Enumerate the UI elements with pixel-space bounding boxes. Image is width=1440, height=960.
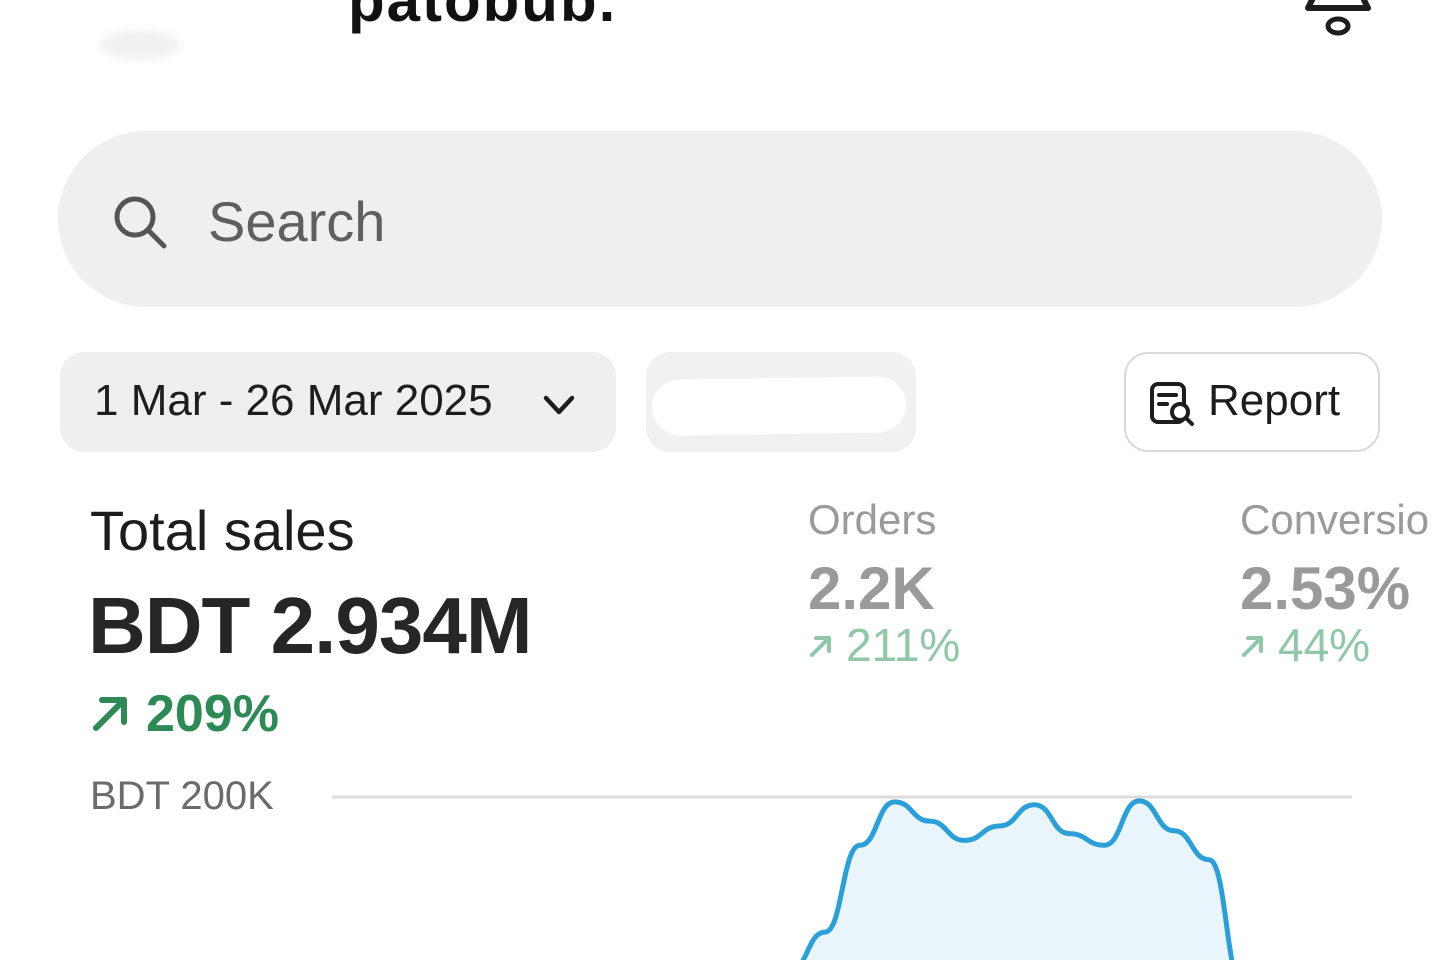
total-sales-value: BDT 2.934M: [88, 581, 532, 670]
conversion-label[interactable]: Conversio: [1240, 496, 1429, 544]
search-icon: [114, 196, 167, 249]
search-input[interactable]: [206, 180, 1310, 262]
total-sales-label: Total sales: [90, 499, 355, 562]
orders-value: 2.2K: [808, 555, 935, 622]
date-range-label: 1 Mar - 26 Mar 2025: [94, 376, 493, 425]
arrow-up-right-icon: [1242, 636, 1263, 657]
total-sales-change: 209%: [146, 685, 279, 743]
orders-label[interactable]: Orders: [808, 496, 936, 544]
store-name: patobub.: [348, 0, 618, 34]
sales-area: [803, 800, 1232, 960]
sales-chart: [332, 795, 1352, 960]
app-page: patobub. 1 Mar - 26 Mar 2025 Report Tota…: [0, 0, 1440, 960]
conversion-value: 2.53%: [1240, 555, 1411, 622]
bell-icon[interactable]: [1298, 0, 1378, 42]
avatar[interactable]: [100, 30, 180, 60]
orders-change: 211%: [846, 619, 961, 671]
arrow-up-right-icon: [93, 697, 127, 731]
report-button-label: Report: [1208, 376, 1341, 425]
redacted-label: [651, 376, 907, 436]
chevron-down-icon: [543, 395, 575, 415]
report-search-icon: [1150, 382, 1194, 426]
conversion-change: 44%: [1278, 619, 1371, 671]
channel-filter-chip[interactable]: [646, 352, 916, 452]
arrow-up-right-icon: [810, 636, 831, 657]
